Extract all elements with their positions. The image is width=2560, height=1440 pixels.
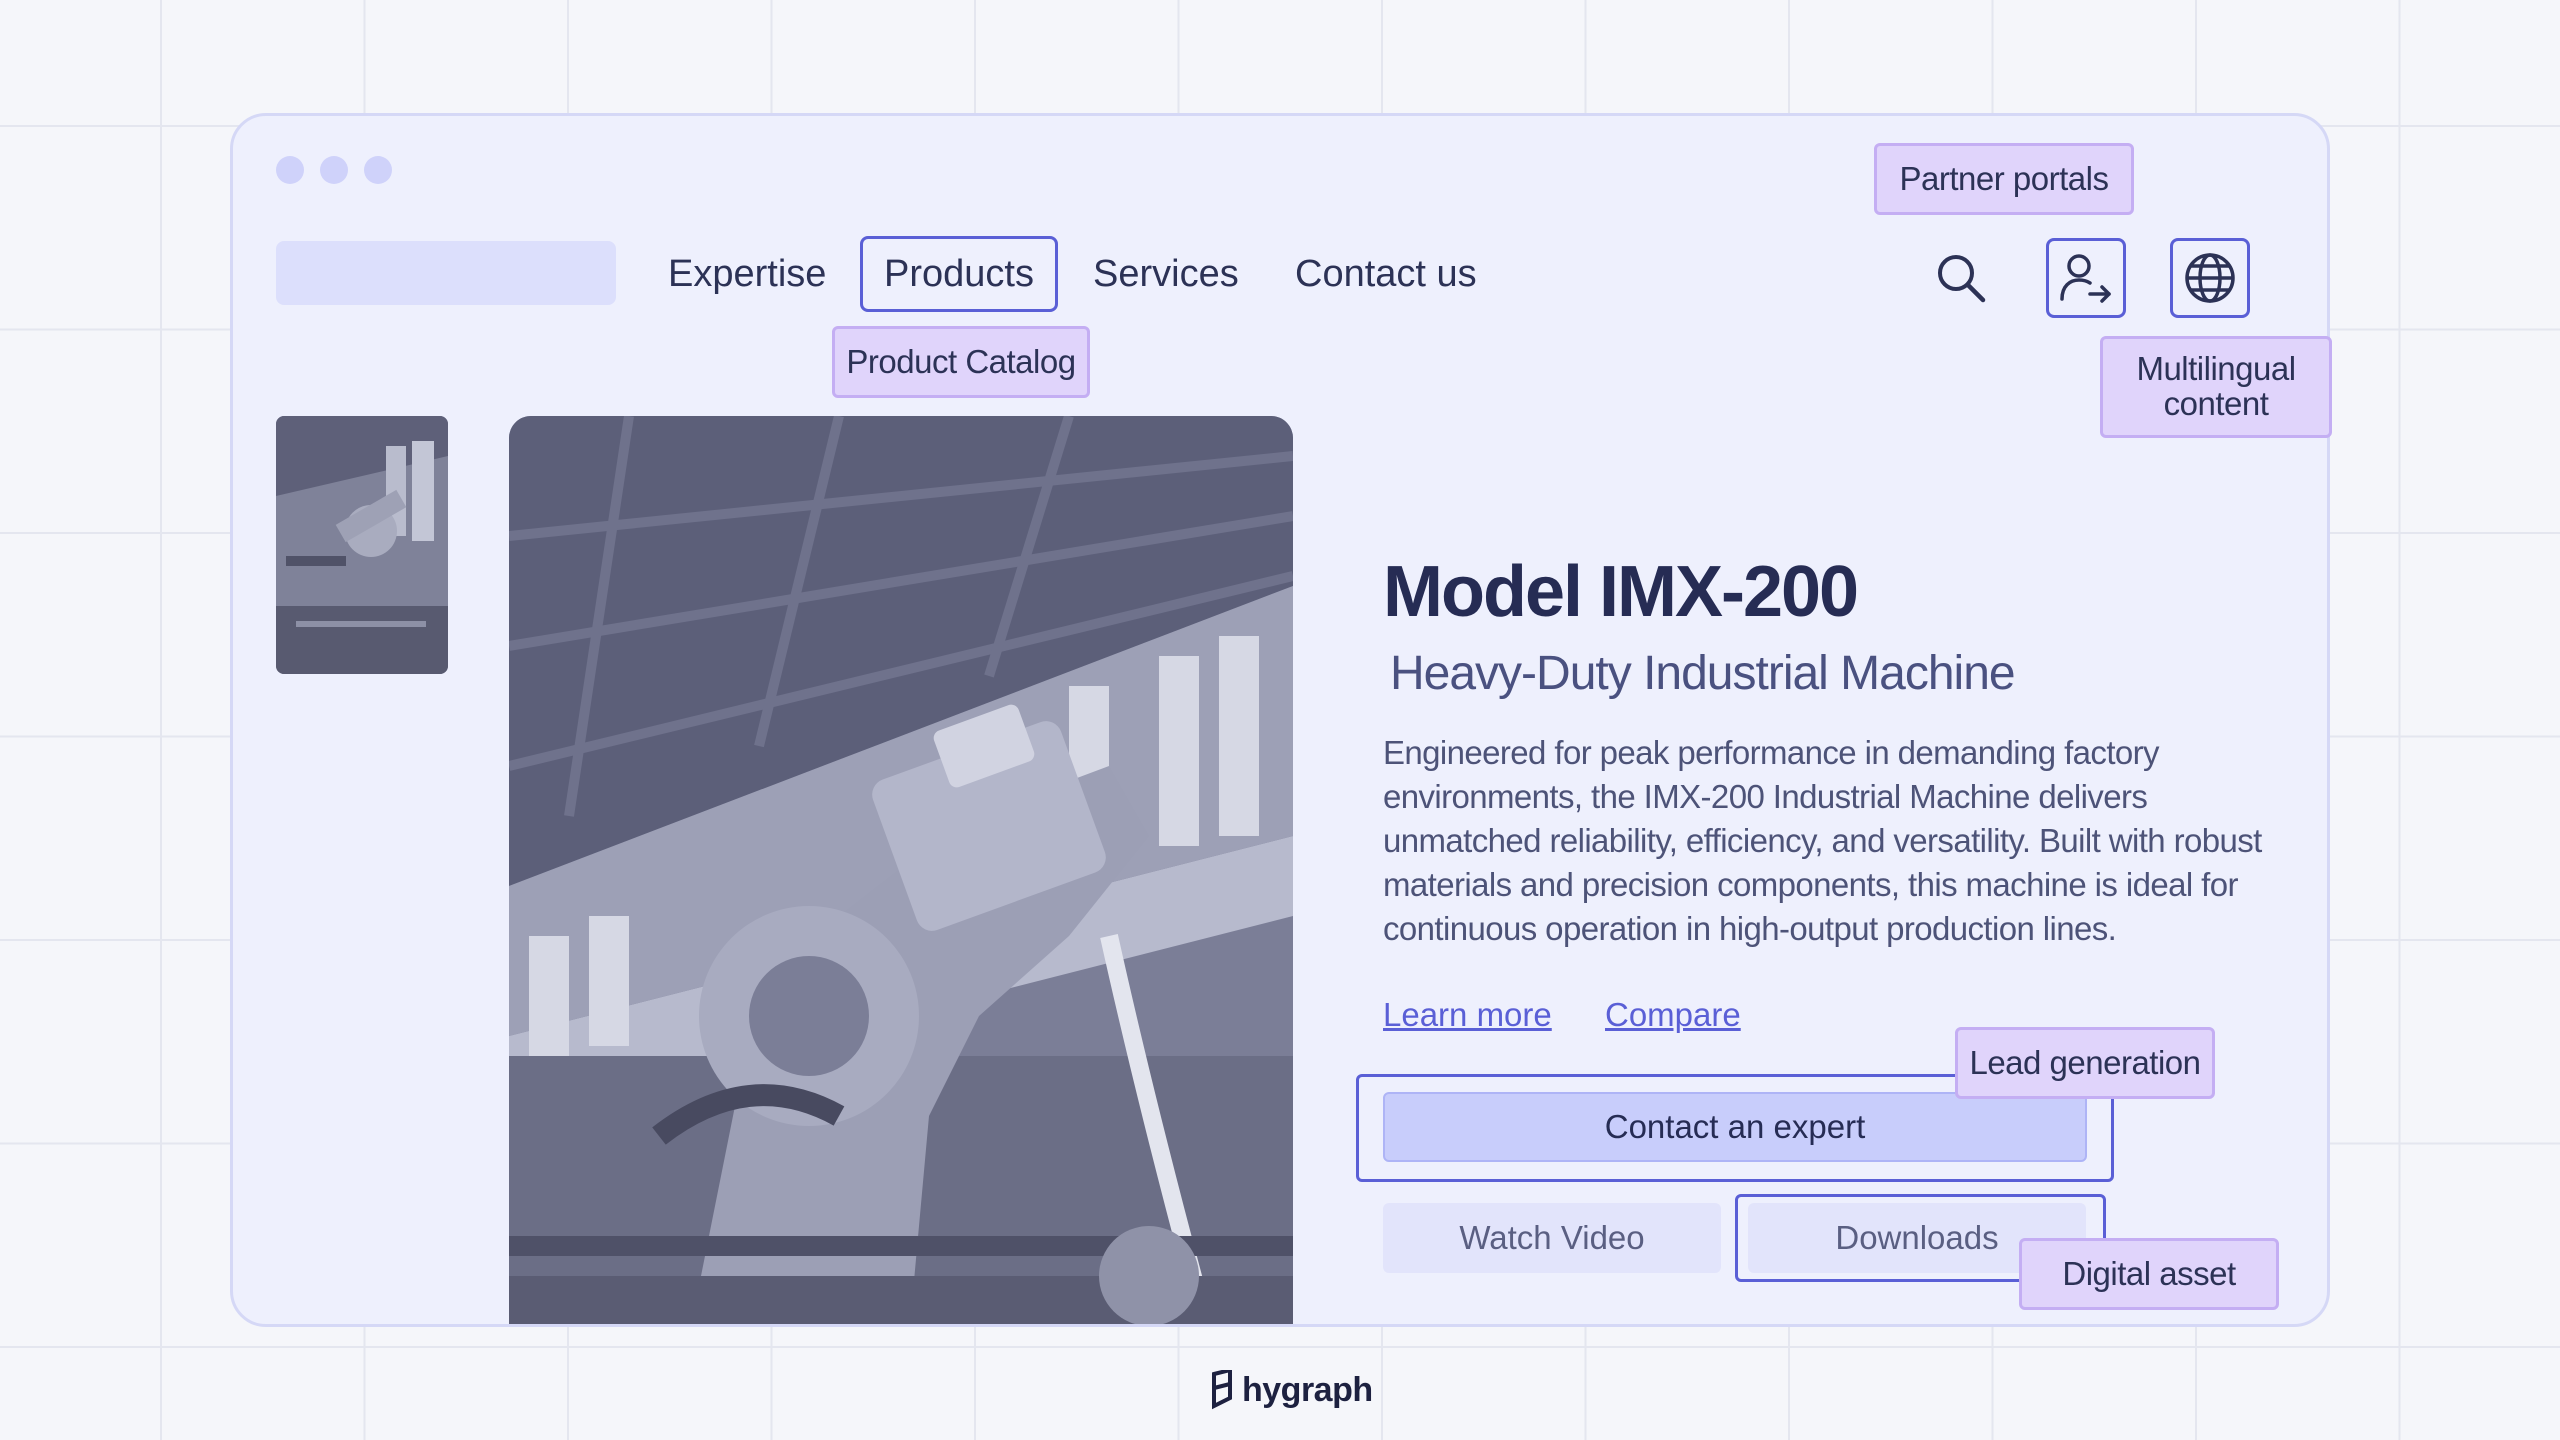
nav-item-contact-us[interactable]: Contact us xyxy=(1295,236,1477,312)
product-thumbnail[interactable] xyxy=(276,416,448,674)
annotation-lead-generation: Lead generation xyxy=(1955,1027,2215,1099)
product-subtitle: Heavy-Duty Industrial Machine xyxy=(1390,647,2016,700)
annotation-multilingual-content: Multilingual content xyxy=(2100,336,2332,438)
partner-login-button[interactable] xyxy=(2046,238,2126,318)
nav-item-services[interactable]: Services xyxy=(1093,236,1239,312)
product-hero-image xyxy=(509,416,1293,1324)
window-dot-minimize[interactable] xyxy=(320,156,348,184)
annotation-product-catalog: Product Catalog xyxy=(832,326,1090,398)
contact-expert-button[interactable]: Contact an expert xyxy=(1383,1092,2087,1162)
hygraph-logo-icon xyxy=(1212,1370,1232,1410)
watch-video-button[interactable]: Watch Video xyxy=(1383,1203,1721,1273)
compare-link[interactable]: Compare xyxy=(1605,996,1741,1034)
product-title: Model IMX-200 xyxy=(1383,552,1859,632)
footer-brand-name: hygraph xyxy=(1242,1370,1373,1409)
footer-brand: hygraph xyxy=(1206,1370,1373,1410)
window-dot-close[interactable] xyxy=(276,156,304,184)
nav-item-expertise[interactable]: Expertise xyxy=(668,236,826,312)
site-logo-placeholder[interactable] xyxy=(276,241,616,305)
search-icon xyxy=(1938,255,1986,303)
search-button[interactable] xyxy=(1921,238,2001,318)
browser-window: Expertise Products Services Contact us M… xyxy=(230,113,2330,1327)
window-dot-maximize[interactable] xyxy=(364,156,392,184)
industrial-robot-image xyxy=(509,416,1293,1324)
annotation-digital-asset: Digital asset xyxy=(2019,1238,2279,1310)
annotation-partner-portals: Partner portals xyxy=(1874,143,2134,215)
product-description: Engineered for peak performance in deman… xyxy=(1383,734,2262,947)
window-controls xyxy=(276,156,392,184)
user-login-icon xyxy=(2060,254,2111,303)
globe-icon xyxy=(2185,253,2235,303)
language-button[interactable] xyxy=(2170,238,2250,318)
nav-item-products[interactable]: Products xyxy=(860,236,1058,312)
thumbnail-image xyxy=(276,416,448,674)
learn-more-link[interactable]: Learn more xyxy=(1383,996,1552,1034)
